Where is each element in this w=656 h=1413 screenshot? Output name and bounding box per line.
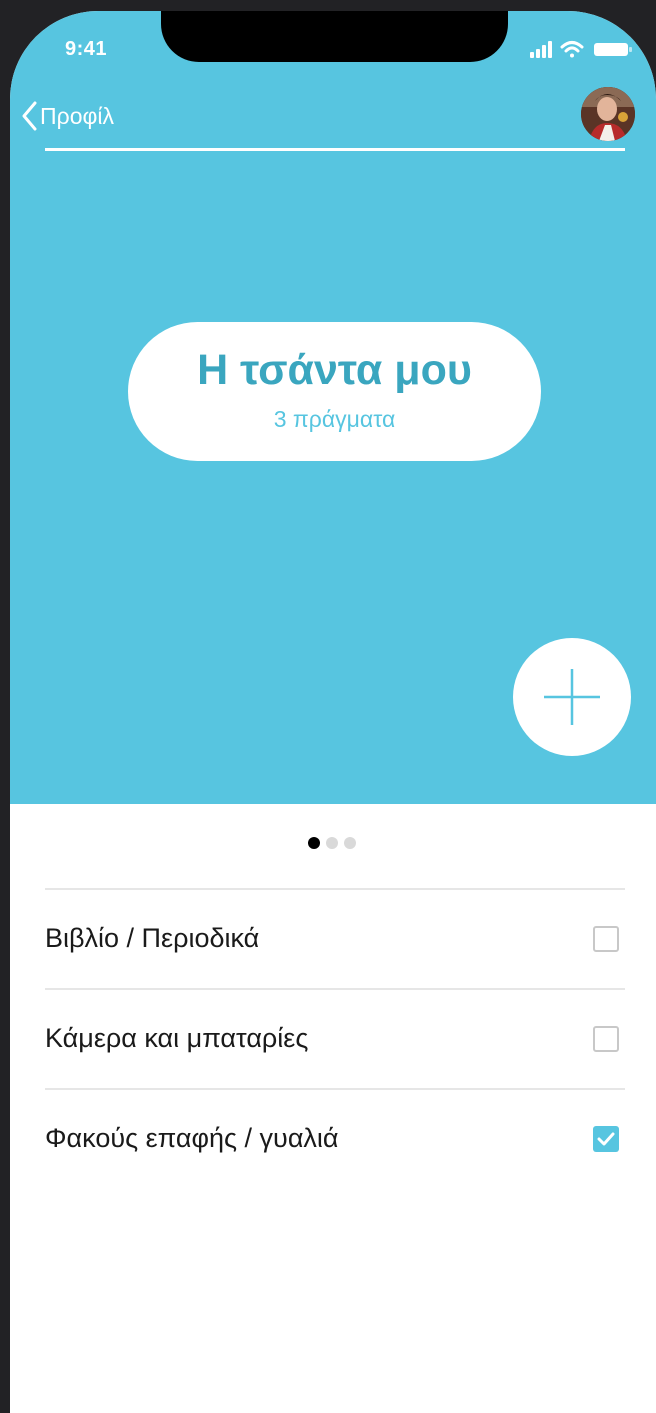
checklist: Βιβλίο / Περιοδικά Κάμερα και μπαταρίες … <box>45 888 625 1188</box>
nav-divider <box>45 148 625 151</box>
avatar-image <box>581 87 635 141</box>
page-dot-active <box>308 837 320 849</box>
bag-header-panel: 9:41 Προφίλ Η τσάντα μου 3 πράγματα <box>10 11 656 804</box>
back-label: Προφίλ <box>40 102 115 129</box>
list-item[interactable]: Φακούς επαφής / γυαλιά <box>45 1090 625 1188</box>
back-button[interactable]: Προφίλ <box>20 96 114 136</box>
bag-item-count: 3 πράγματα <box>273 406 396 432</box>
list-item[interactable]: Κάμερα και μπαταρίες <box>45 990 625 1090</box>
chevron-left-icon <box>22 101 37 131</box>
status-icons <box>530 41 632 58</box>
page-indicator <box>308 837 356 849</box>
page-dot <box>326 837 338 849</box>
item-label: Βιβλίο / Περιοδικά <box>45 923 260 953</box>
phone-frame: 9:41 Προφίλ Η τσάντα μου 3 πράγματα Βιβλ… <box>0 0 656 1413</box>
user-avatar[interactable] <box>581 87 635 141</box>
item-checkbox[interactable] <box>593 1126 619 1152</box>
bag-title: Η τσάντα μου <box>197 346 472 394</box>
item-label: Φακούς επαφής / γυαλιά <box>45 1123 339 1153</box>
wifi-icon <box>560 41 584 58</box>
plus-icon <box>544 669 600 725</box>
item-checkbox[interactable] <box>593 926 619 952</box>
battery-icon <box>594 43 632 56</box>
bag-title-card[interactable]: Η τσάντα μου 3 πράγματα <box>128 322 541 461</box>
item-checkbox[interactable] <box>593 1026 619 1052</box>
list-item[interactable]: Βιβλίο / Περιοδικά <box>45 890 625 990</box>
item-label: Κάμερα και μπαταρίες <box>45 1023 309 1053</box>
signal-icon <box>530 41 552 58</box>
app-screen: 9:41 Προφίλ Η τσάντα μου 3 πράγματα Βιβλ… <box>10 11 656 1413</box>
checkmark-icon <box>597 1132 615 1146</box>
page-dot <box>344 837 356 849</box>
device-notch <box>161 11 508 62</box>
add-item-button[interactable] <box>513 638 631 756</box>
status-time: 9:41 <box>65 38 108 60</box>
